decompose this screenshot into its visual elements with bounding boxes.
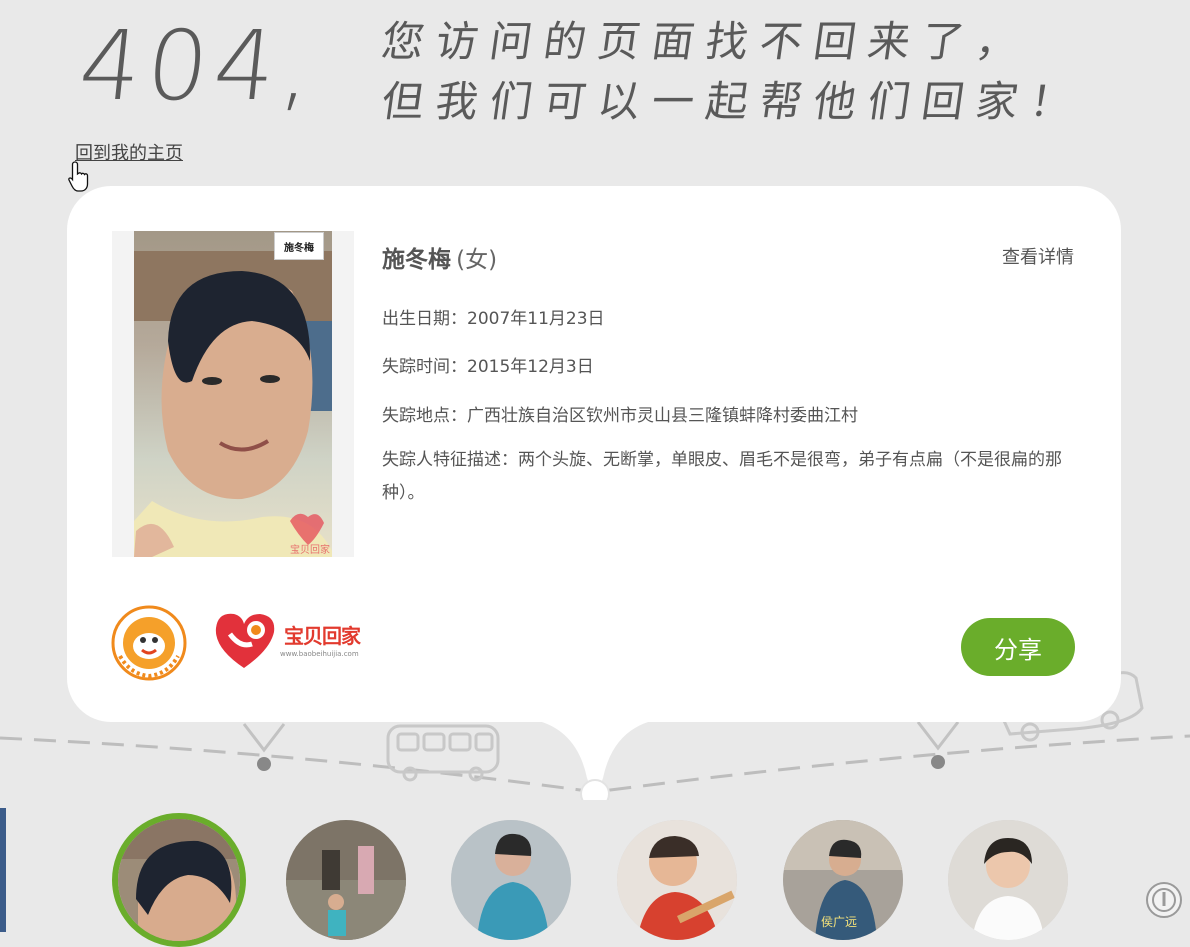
- headline-line-1: 您访问的页面找不回来了，: [378, 17, 1034, 66]
- heart-logo-icon: [215, 613, 275, 668]
- baobei-url-text: www.baobeihuijia.com: [280, 650, 359, 658]
- baobei-brand-text: 宝贝回家: [284, 624, 361, 648]
- person-name: 施冬梅: [382, 247, 451, 273]
- baobei-huijia-logo: 宝贝回家 www.baobeihuijia.com: [210, 608, 375, 672]
- thumbnail-4[interactable]: [617, 820, 737, 940]
- card-pointer: [535, 720, 655, 800]
- thumbnail-strip: 侯广远: [0, 810, 1190, 947]
- photo-name-tag: 施冬梅: [274, 232, 324, 260]
- error-code: 404,: [74, 10, 324, 122]
- hand-cursor-icon: [68, 161, 89, 192]
- missing-place: 失踪地点：广西壮族自治区钦州市灵山县三隆镇蚌降村委曲江村: [382, 406, 858, 426]
- missing-time: 失踪时间：2015年12月3日: [382, 357, 594, 377]
- thumbnail-2[interactable]: [286, 820, 406, 940]
- window-edge: [0, 808, 6, 932]
- thumbnail-5[interactable]: 侯广远: [783, 820, 903, 940]
- view-details-link[interactable]: 查看详情: [1002, 243, 1074, 269]
- features-description: 失踪人特征描述：两个头旋、无断掌，单眼皮、眉毛不是很弯，弟子有点扁（不是很扁的那…: [382, 450, 1062, 503]
- tencent-volunteer-logo: [111, 605, 187, 681]
- person-heading: 施冬梅 (女): [382, 240, 497, 274]
- share-button[interactable]: 分享: [961, 618, 1075, 676]
- svg-text:宝贝回家: 宝贝回家: [290, 543, 330, 556]
- headline-banner: 404, 您访问的页面找不回来了， 但我们可以一起帮他们回家！: [0, 0, 1190, 140]
- birth-date: 出生日期：2007年11月23日: [382, 309, 605, 329]
- thumbnail-caption: 侯广远: [821, 915, 858, 929]
- headline-line-2: 但我们可以一起帮他们回家！: [378, 77, 1088, 126]
- info-icon[interactable]: [1144, 880, 1184, 920]
- person-gender: (女): [456, 247, 498, 273]
- thumbnail-6[interactable]: [948, 820, 1068, 940]
- thumbnail-active[interactable]: [112, 813, 246, 947]
- missing-person-photo: 宝贝回家: [112, 231, 354, 557]
- thumbnail-3[interactable]: [451, 820, 571, 940]
